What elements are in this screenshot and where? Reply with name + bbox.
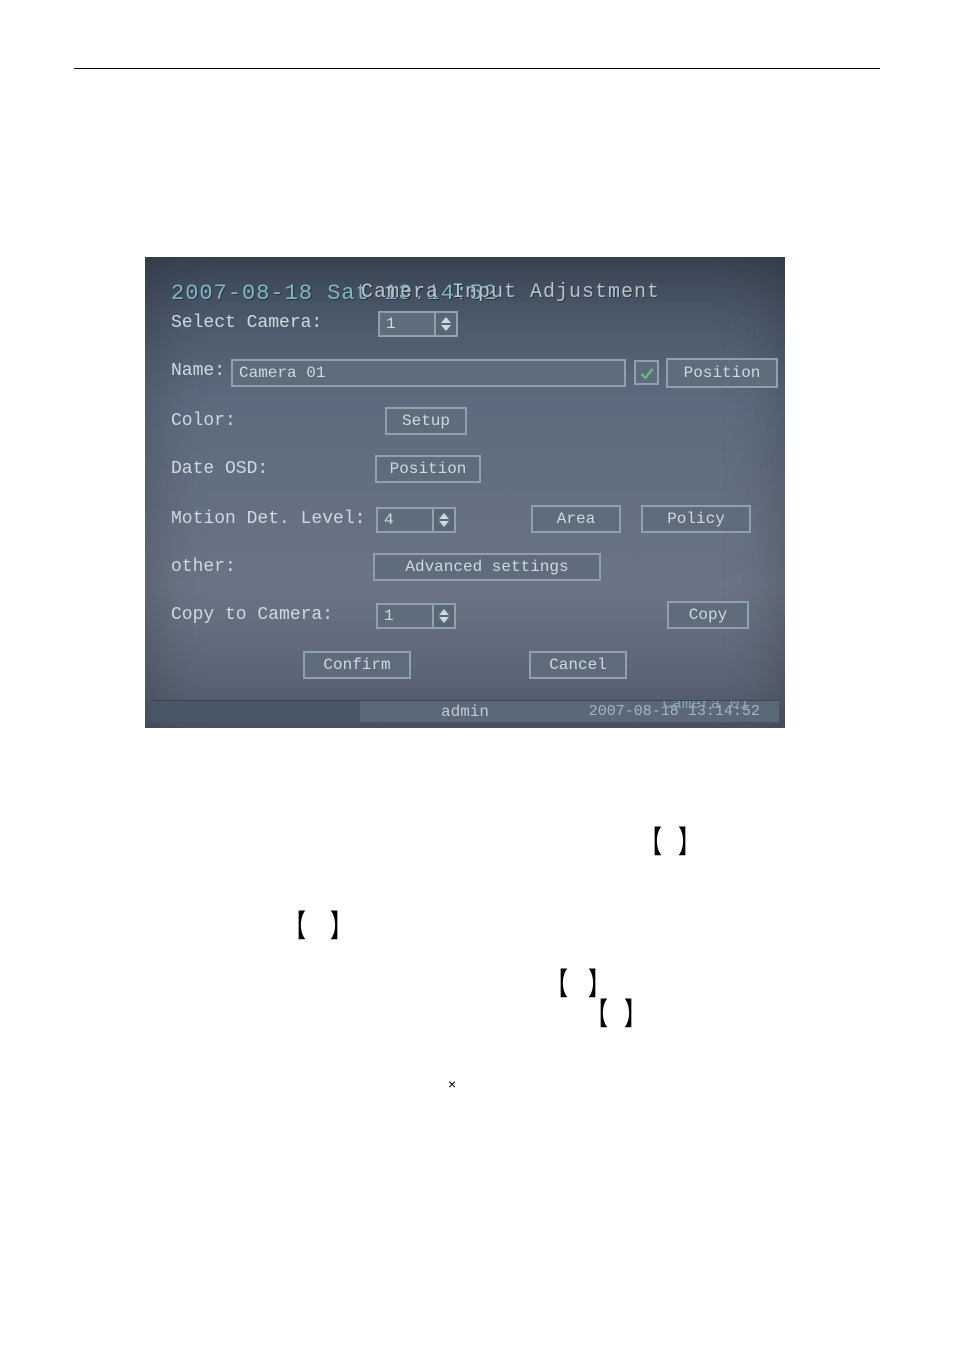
other-label: other:	[171, 557, 236, 577]
status-ghost-camera: Camera 01	[663, 700, 749, 713]
status-bar: admin Camera 01 2007-08-18 13:14:52	[151, 700, 779, 722]
date-osd-position-button[interactable]: Position	[375, 455, 481, 483]
name-label: Name:	[171, 361, 225, 381]
copy-to-camera-label: Copy to Camera:	[171, 605, 333, 625]
name-input[interactable]: Camera 01	[231, 359, 626, 387]
advanced-settings-button[interactable]: Advanced settings	[373, 553, 601, 581]
bracket-pair-1: 【 】	[638, 824, 702, 856]
horizontal-rule	[74, 68, 880, 69]
spinner-arrows-icon[interactable]	[432, 605, 454, 627]
spinner-arrows-icon[interactable]	[432, 509, 454, 531]
window-title: Camera Input Adjustment	[361, 281, 660, 304]
select-camera-value: 1	[380, 313, 434, 335]
copy-to-camera-value: 1	[378, 605, 432, 627]
bracket-pair-4: 【 】	[584, 996, 648, 1028]
motion-level-value: 4	[378, 509, 432, 531]
color-setup-button[interactable]: Setup	[385, 407, 467, 435]
name-position-button[interactable]: Position	[666, 358, 778, 388]
copy-to-camera-spinner[interactable]: 1	[376, 603, 456, 629]
dvr-menu-window: 2007-08-18 Sat 13:14:52 Camera Input Adj…	[145, 257, 785, 728]
motion-policy-button[interactable]: Policy	[641, 505, 751, 533]
confirm-button[interactable]: Confirm	[303, 651, 411, 679]
status-timestamp: Camera 01 2007-08-18 13:14:52	[570, 700, 779, 722]
bracket-pair-2: 【 】	[282, 908, 354, 940]
motion-level-label: Motion Det. Level:	[171, 509, 365, 529]
select-camera-label: Select Camera:	[171, 313, 322, 333]
multiply-sign: ×	[448, 1076, 456, 1092]
color-label: Color:	[171, 411, 236, 431]
date-osd-label: Date OSD:	[171, 459, 268, 479]
cancel-button[interactable]: Cancel	[529, 651, 627, 679]
copy-button[interactable]: Copy	[667, 601, 749, 629]
name-visible-checkbox[interactable]	[634, 360, 659, 385]
name-value: Camera 01	[239, 364, 325, 382]
motion-area-button[interactable]: Area	[531, 505, 621, 533]
motion-level-spinner[interactable]: 4	[376, 507, 456, 533]
check-icon	[639, 365, 655, 381]
status-left	[151, 700, 360, 722]
select-camera-spinner[interactable]: 1	[378, 311, 458, 337]
status-user: admin	[360, 700, 569, 722]
spinner-arrows-icon[interactable]	[434, 313, 456, 335]
